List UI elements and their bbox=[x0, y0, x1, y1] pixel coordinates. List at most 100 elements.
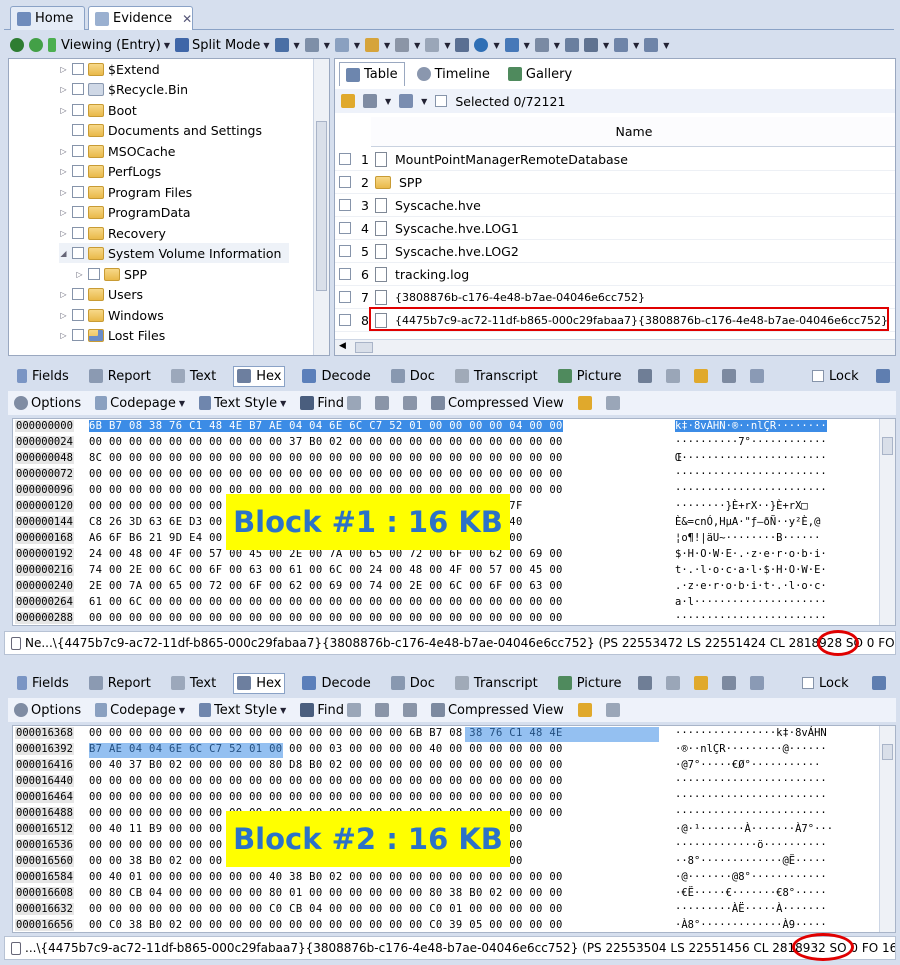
expand-icon[interactable]: ▷ bbox=[59, 106, 68, 115]
checkbox[interactable] bbox=[72, 329, 84, 341]
find-button[interactable]: Find bbox=[300, 396, 361, 411]
codepage-dropdown[interactable]: Codepage ▼ bbox=[95, 703, 185, 718]
row-checkbox[interactable] bbox=[339, 222, 351, 234]
edit-icon[interactable] bbox=[750, 369, 765, 383]
key-icon[interactable] bbox=[395, 38, 410, 52]
expand-icon[interactable]: ▷ bbox=[59, 65, 68, 74]
table-row[interactable]: 7 {3808876b-c176-4e48-b7ae-04046e6cc752} bbox=[335, 286, 895, 309]
row-checkbox[interactable] bbox=[339, 176, 351, 188]
window-icon[interactable] bbox=[876, 369, 890, 383]
checkbox[interactable] bbox=[72, 165, 84, 177]
options-button[interactable]: Options bbox=[14, 703, 81, 718]
tab-hex[interactable]: Hex bbox=[233, 672, 286, 694]
tab-fields[interactable]: Fields bbox=[14, 367, 72, 386]
row-checkbox[interactable] bbox=[339, 245, 351, 257]
page-alt-icon[interactable] bbox=[402, 396, 417, 410]
checkbox[interactable] bbox=[72, 83, 84, 95]
paste-icon[interactable] bbox=[605, 396, 620, 410]
scroll-left-icon[interactable]: ◀ bbox=[339, 341, 346, 351]
expand-icon[interactable]: ▷ bbox=[59, 208, 68, 217]
tab-picture[interactable]: Picture bbox=[555, 674, 625, 693]
tree-scrollbar[interactable] bbox=[313, 59, 329, 355]
compare-icon[interactable] bbox=[666, 369, 681, 383]
checkbox[interactable] bbox=[72, 288, 84, 300]
tab-home[interactable]: Home bbox=[10, 6, 85, 30]
tree-item[interactable]: ▷ MSOCache bbox=[59, 141, 175, 161]
tab-hex[interactable]: Hex bbox=[233, 365, 286, 387]
split-mode-dropdown[interactable]: Split Mode ▼ bbox=[174, 38, 270, 53]
expand-icon[interactable]: ▷ bbox=[59, 229, 68, 238]
tree-item[interactable]: ▷ Users bbox=[59, 284, 143, 304]
tab-doc[interactable]: Doc bbox=[388, 674, 438, 693]
list-icon[interactable] bbox=[274, 38, 289, 52]
checkbox[interactable] bbox=[72, 63, 84, 75]
compare-icon[interactable] bbox=[666, 676, 681, 690]
info-icon[interactable] bbox=[474, 38, 489, 52]
row-checkbox[interactable] bbox=[339, 314, 351, 326]
tree-item[interactable]: ▷ Program Files bbox=[59, 182, 192, 202]
tree-item[interactable]: ▷ Lost Files bbox=[59, 325, 165, 345]
checkbox[interactable] bbox=[802, 677, 814, 689]
select-all-checkbox[interactable] bbox=[435, 95, 448, 107]
tree-item[interactable]: ▷ SPP bbox=[75, 264, 147, 284]
tree-item[interactable]: ▷ Windows bbox=[59, 305, 163, 325]
tab-transcript[interactable]: Transcript bbox=[452, 367, 541, 386]
tree-item[interactable]: ▷ $Extend bbox=[59, 59, 159, 79]
filter-icon[interactable] bbox=[304, 38, 319, 52]
checkbox[interactable] bbox=[72, 104, 84, 116]
columns-icon[interactable] bbox=[363, 94, 377, 108]
tab-timeline[interactable]: Timeline bbox=[411, 62, 496, 86]
export-page-icon[interactable] bbox=[577, 703, 592, 717]
export-page-icon[interactable] bbox=[577, 396, 592, 410]
text-style-dropdown[interactable]: Text Style ▼ bbox=[199, 396, 286, 411]
checkbox[interactable] bbox=[72, 206, 84, 218]
chevron-down-icon[interactable]: ▼ bbox=[421, 97, 427, 106]
bookmark-icon[interactable] bbox=[644, 38, 659, 52]
sort-az-icon[interactable] bbox=[399, 94, 414, 108]
tab-picture[interactable]: Picture bbox=[555, 367, 625, 386]
compressed-view-button[interactable]: Compressed View bbox=[430, 703, 564, 718]
expand-icon[interactable]: ▷ bbox=[59, 311, 68, 320]
tab-gallery[interactable]: Gallery bbox=[502, 62, 578, 86]
table-row[interactable]: 1 MountPointManagerRemoteDatabase bbox=[335, 148, 895, 171]
tab-decode[interactable]: Decode bbox=[299, 674, 373, 693]
table-row[interactable]: 4 Syscache.hve.LOG1 bbox=[335, 217, 895, 240]
tab-table[interactable]: Table bbox=[339, 62, 405, 86]
tag-icon[interactable] bbox=[334, 38, 349, 52]
sort-icon[interactable] bbox=[534, 38, 549, 52]
tree-item[interactable]: ▷ Boot bbox=[59, 100, 136, 120]
checkbox[interactable] bbox=[72, 124, 84, 136]
tree-item[interactable]: Documents and Settings bbox=[59, 120, 262, 140]
tree-item[interactable]: ▷ PerfLogs bbox=[59, 161, 161, 181]
folder-up-icon[interactable] bbox=[341, 94, 355, 108]
hex-scrollbar[interactable] bbox=[879, 419, 895, 625]
back-icon[interactable] bbox=[10, 38, 24, 52]
table-row[interactable]: 6 tracking.log bbox=[335, 263, 895, 286]
checkbox[interactable] bbox=[72, 227, 84, 239]
eraser-icon[interactable] bbox=[425, 38, 440, 52]
tree-item[interactable]: ▷ $Recycle.Bin bbox=[59, 79, 188, 99]
viewing-dropdown[interactable]: Viewing (Entry) ▼ bbox=[61, 38, 170, 53]
up-arrow-icon[interactable] bbox=[48, 38, 56, 52]
checkbox[interactable] bbox=[72, 309, 84, 321]
tab-transcript[interactable]: Transcript bbox=[452, 674, 541, 693]
text-style-dropdown[interactable]: Text Style ▼ bbox=[199, 703, 286, 718]
chevron-down-icon[interactable]: ▼ bbox=[385, 97, 391, 106]
row-checkbox[interactable] bbox=[339, 268, 351, 280]
page-icon[interactable] bbox=[374, 396, 389, 410]
scroll-thumb[interactable] bbox=[316, 121, 327, 291]
tab-report[interactable]: Report bbox=[86, 367, 154, 386]
window-icon[interactable] bbox=[872, 676, 886, 690]
lock-checkbox[interactable]: Lock bbox=[812, 369, 859, 384]
tab-text[interactable]: Text bbox=[168, 674, 219, 693]
expand-icon[interactable]: ▷ bbox=[59, 147, 68, 156]
expand-icon[interactable]: ▷ bbox=[59, 188, 68, 197]
export-icon[interactable] bbox=[455, 38, 470, 52]
scroll-thumb[interactable] bbox=[355, 342, 373, 353]
options-button[interactable]: Options bbox=[14, 396, 81, 411]
compressed-view-button[interactable]: Compressed View bbox=[430, 396, 564, 411]
checkbox[interactable] bbox=[72, 145, 84, 157]
row-checkbox[interactable] bbox=[339, 153, 351, 165]
magnifier-icon[interactable] bbox=[583, 38, 598, 52]
tab-evidence[interactable]: Evidence ✕ bbox=[88, 6, 193, 30]
